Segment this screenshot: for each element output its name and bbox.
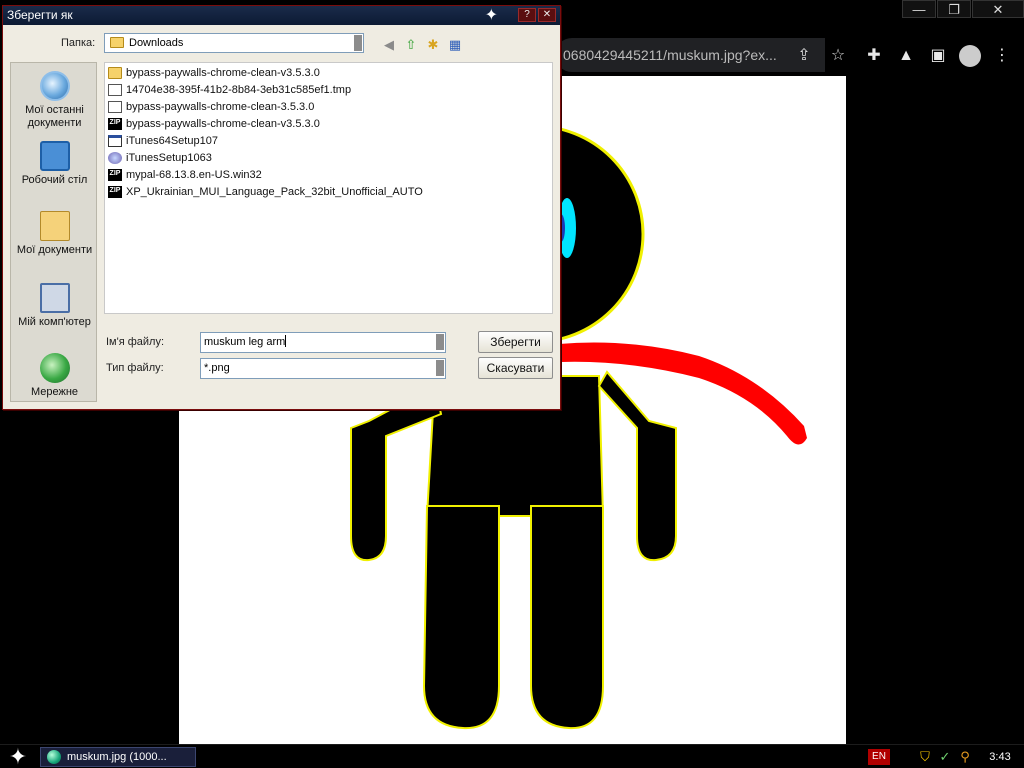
- star-icon: ✦: [484, 7, 498, 24]
- file-name: mypal-68.13.8.en-US.win32: [126, 169, 262, 181]
- file-item[interactable]: bypass-paywalls-chrome-clean-v3.5.3.0: [108, 65, 320, 81]
- text-cursor: [285, 335, 287, 347]
- dialog-titlebar[interactable]: Зберегти як ✦ ? ✕: [3, 6, 560, 25]
- zip-icon: ZIP: [108, 186, 122, 198]
- share-icon[interactable]: ⇪: [790, 42, 818, 70]
- up-folder-icon[interactable]: ⇧: [402, 36, 420, 53]
- sidebar-icon[interactable]: ▣: [924, 42, 952, 70]
- file-item[interactable]: ZIP mypal-68.13.8.en-US.win32: [108, 167, 262, 183]
- itunes-icon: [108, 152, 122, 164]
- window-controls: — ❐ ✕: [901, 0, 1024, 20]
- taskbar-item-label: muskum.jpg (1000...: [67, 751, 167, 763]
- recent-documents-icon: [39, 71, 70, 101]
- file-icon: [108, 84, 122, 96]
- maximize-button[interactable]: ❐: [937, 0, 971, 18]
- help-button[interactable]: ?: [518, 8, 536, 22]
- zip-icon: ZIP: [108, 169, 122, 181]
- save-as-dialog: Зберегти як ✦ ? ✕ Папка: Downloads ◀ ⇧ ✱…: [2, 5, 561, 410]
- file-name-label: Ім'я файлу:: [106, 336, 165, 348]
- view-menu-icon[interactable]: ▦: [446, 36, 464, 53]
- file-name-input[interactable]: muskum leg arm: [200, 332, 446, 353]
- file-type-label: Тип файлу:: [106, 362, 164, 374]
- file-name: 14704e38-395f-41b2-8b84-3eb31c585ef1.tmp: [126, 84, 352, 96]
- place-label: Мій комп'ютер: [18, 316, 91, 328]
- address-bar-icons: ⇪ ☆: [790, 42, 852, 70]
- dialog-nav-toolbar: ◀ ⇧ ✱ ▦: [380, 36, 464, 53]
- file-name-dropdown-arrow[interactable]: [436, 334, 444, 350]
- place-label: Робочий стіл: [21, 174, 88, 186]
- close-button[interactable]: ✕: [972, 0, 1024, 18]
- zip-icon: ZIP: [108, 118, 122, 130]
- place-my-computer[interactable]: Мій комп'ютер: [11, 283, 98, 329]
- file-item[interactable]: 14704e38-395f-41b2-8b84-3eb31c585ef1.tmp: [108, 82, 351, 98]
- dialog-title-buttons: ? ✕: [518, 8, 556, 22]
- start-button[interactable]: ✦: [6, 746, 30, 768]
- taskbar: ✦ muskum.jpg (1000... EN ⛉ ✓ ⚲ 3:43: [0, 744, 1024, 768]
- avatar: [959, 45, 981, 67]
- application-icon: [108, 135, 122, 147]
- dialog-title: Зберегти як: [7, 8, 73, 22]
- file-item[interactable]: iTunes64Setup107: [108, 133, 218, 149]
- labs-icon[interactable]: ▲: [892, 42, 920, 70]
- file-type-dropdown-arrow[interactable]: [436, 360, 444, 376]
- file-list: bypass-paywalls-chrome-clean-v3.5.3.0 14…: [104, 62, 553, 314]
- search-icon[interactable]: ⚲: [956, 748, 974, 766]
- place-recent-documents[interactable]: Мої останні документи: [11, 71, 98, 130]
- dropdown-arrow[interactable]: [354, 35, 362, 51]
- my-computer-icon: [39, 283, 70, 313]
- places-bar: Мої останні документи Робочий стіл Мої д…: [10, 62, 97, 402]
- address-bar[interactable]: 0680429445211/muskum.jpg?ex...: [555, 38, 825, 72]
- dialog-body: Папка: Downloads ◀ ⇧ ✱ ▦ Мої останні док…: [3, 25, 560, 409]
- bookmark-star-icon[interactable]: ☆: [824, 42, 852, 70]
- file-name: iTunesSetup1063: [126, 152, 212, 164]
- desktop-icon: [39, 141, 70, 171]
- file-name: bypass-paywalls-chrome-clean-3.5.3.0: [126, 101, 315, 113]
- figure-right-arm: [597, 370, 677, 562]
- folder-icon: [110, 37, 124, 48]
- look-in-dropdown[interactable]: Downloads: [104, 33, 364, 53]
- profile-icon[interactable]: [956, 42, 984, 70]
- figure-right-leg: [530, 505, 604, 730]
- file-name-value: muskum leg arm: [204, 336, 286, 348]
- place-label: Мережне: [30, 386, 79, 398]
- file-item[interactable]: iTunesSetup1063: [108, 150, 212, 166]
- browser-icon: [47, 750, 61, 764]
- look-in-value: Downloads: [129, 37, 184, 49]
- safely-remove-icon[interactable]: ✓: [936, 748, 954, 766]
- file-icon: [108, 101, 122, 113]
- place-label: Мої останні документи: [25, 104, 84, 129]
- file-type-value: *.png: [204, 362, 230, 374]
- browser-toolbar: ✚ ▲ ▣ ⋮: [860, 42, 1016, 70]
- file-name: XP_Ukrainian_MUI_Language_Pack_32bit_Uno…: [126, 186, 423, 198]
- figure-left-leg: [422, 505, 500, 730]
- save-button[interactable]: Зберегти: [478, 331, 553, 353]
- file-name: bypass-paywalls-chrome-clean-v3.5.3.0: [126, 118, 320, 130]
- shield-icon[interactable]: ⛉: [916, 748, 934, 766]
- folder-icon: [108, 67, 122, 79]
- file-type-select[interactable]: *.png: [200, 358, 446, 379]
- file-name: iTunes64Setup107: [126, 135, 218, 147]
- dialog-close-button[interactable]: ✕: [538, 8, 556, 22]
- place-label: Мої документи: [16, 244, 93, 256]
- place-network[interactable]: Мережне: [11, 353, 98, 399]
- back-icon[interactable]: ◀: [380, 36, 398, 53]
- minimize-button[interactable]: —: [902, 0, 936, 18]
- file-item[interactable]: ZIP XP_Ukrainian_MUI_Language_Pack_32bit…: [108, 184, 423, 200]
- look-in-label: Папка:: [61, 37, 96, 49]
- extensions-icon[interactable]: ✚: [860, 42, 888, 70]
- taskbar-item-browser[interactable]: muskum.jpg (1000...: [40, 747, 196, 767]
- my-documents-icon: [39, 211, 70, 241]
- file-item[interactable]: ZIP bypass-paywalls-chrome-clean-v3.5.3.…: [108, 116, 320, 132]
- new-folder-icon[interactable]: ✱: [424, 36, 442, 53]
- menu-icon[interactable]: ⋮: [988, 42, 1016, 70]
- file-item[interactable]: bypass-paywalls-chrome-clean-3.5.3.0: [108, 99, 314, 115]
- cancel-button[interactable]: Скасувати: [478, 357, 553, 379]
- place-my-documents[interactable]: Мої документи: [11, 211, 98, 257]
- language-indicator[interactable]: EN: [868, 749, 890, 765]
- network-icon: [39, 353, 70, 383]
- system-tray: EN ⛉ ✓ ⚲ 3:43: [868, 745, 1024, 768]
- place-desktop[interactable]: Робочий стіл: [11, 141, 98, 187]
- file-name: bypass-paywalls-chrome-clean-v3.5.3.0: [126, 67, 320, 79]
- clock: 3:43: [989, 751, 1011, 763]
